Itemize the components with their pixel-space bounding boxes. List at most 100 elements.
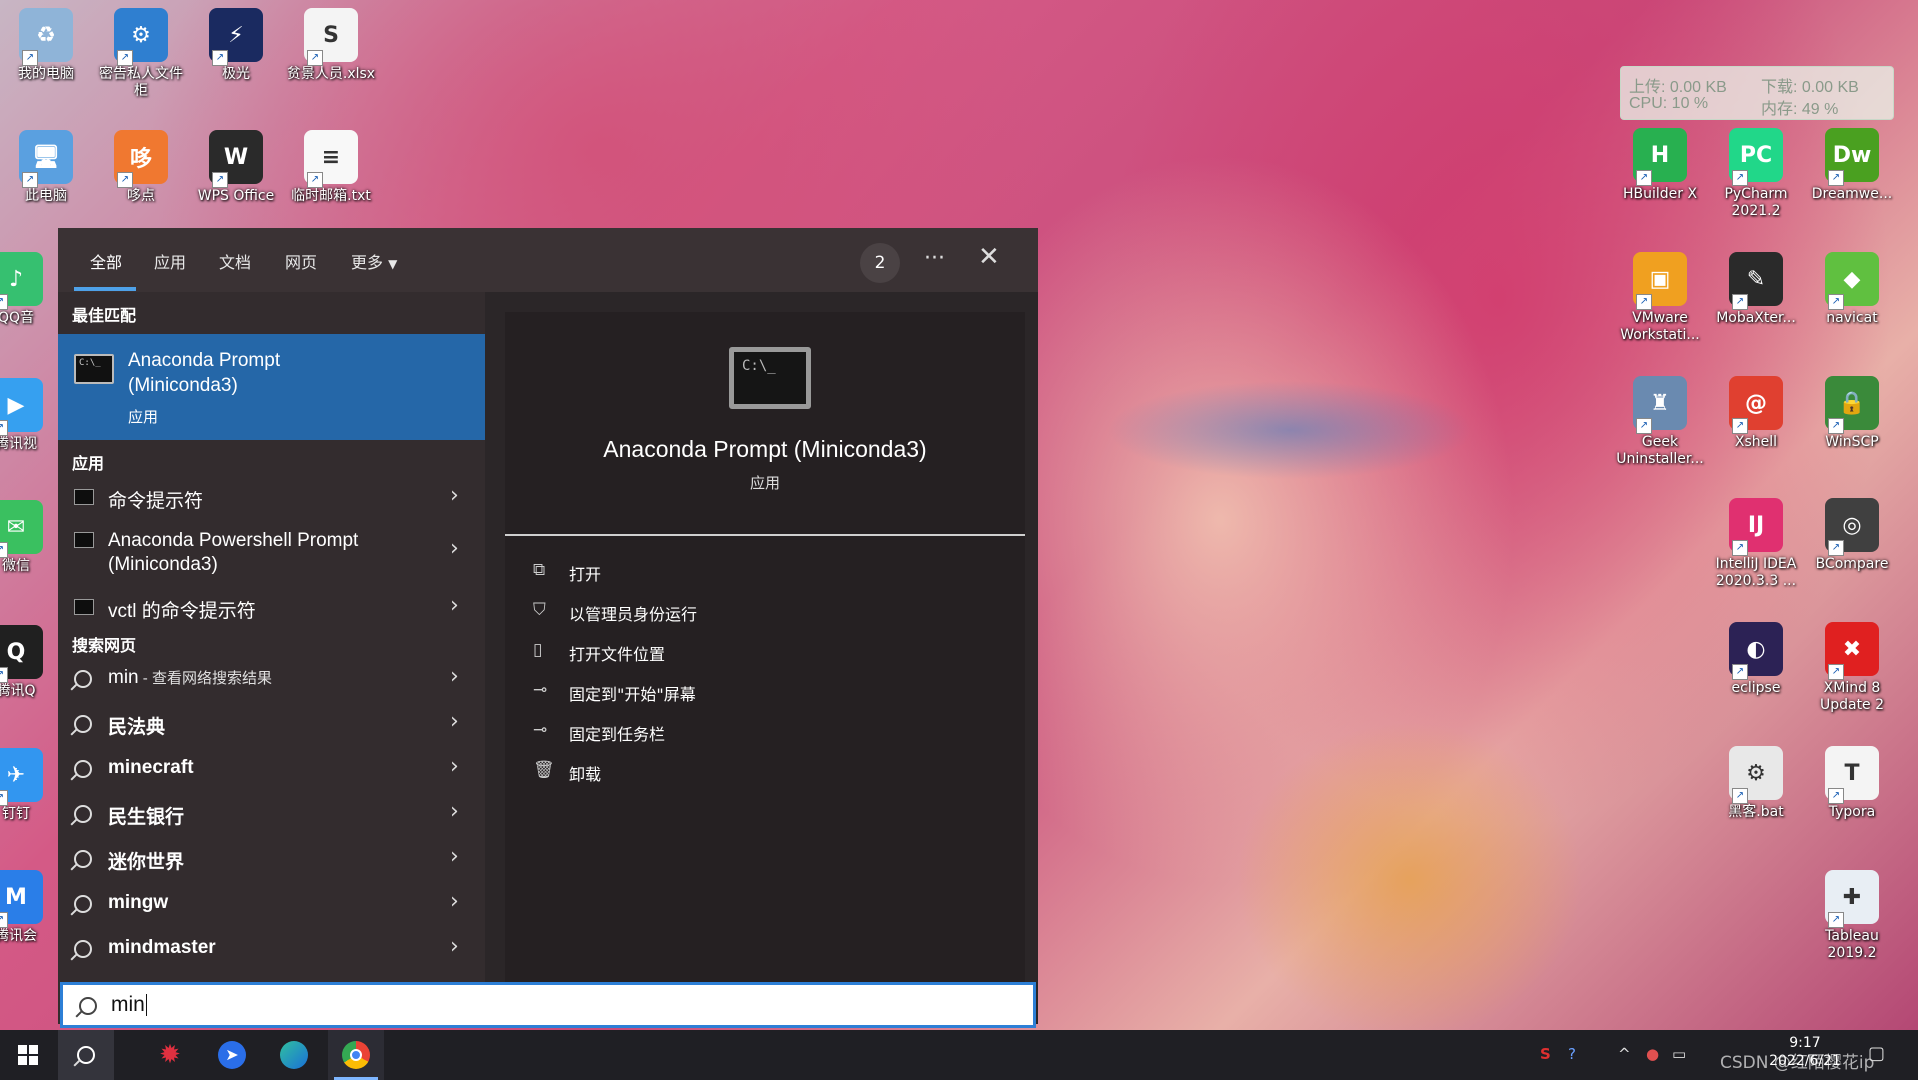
- desktop-icon-label: 微信: [2, 558, 30, 574]
- rewards-badge[interactable]: 2: [860, 243, 900, 283]
- web-suggestion-item[interactable]: 民生银行 ›: [58, 793, 485, 835]
- desktop-icon[interactable]: ✎ MobaXter... ↗: [1710, 252, 1802, 327]
- shortcut-arrow-icon: ↗: [1828, 418, 1844, 434]
- search-box[interactable]: min: [60, 982, 1036, 1028]
- desktop-icon[interactable]: T Typora ↗: [1806, 746, 1898, 821]
- folder-icon: ▯: [533, 640, 543, 660]
- taskbar-search-button[interactable]: [58, 1030, 114, 1080]
- shortcut-arrow-icon: ↗: [1636, 170, 1652, 186]
- tab-all[interactable]: 全部: [90, 249, 122, 273]
- detail-action-item[interactable]: 🗑 卸载: [533, 758, 993, 788]
- desktop-icon[interactable]: ◆ navicat ↗: [1806, 252, 1898, 327]
- desktop-icon[interactable]: H HBuilder X ↗: [1614, 128, 1706, 203]
- start-button[interactable]: [0, 1030, 56, 1080]
- desktop-icon-label: Geek Uninstaller...: [1616, 434, 1704, 467]
- desktop-icon[interactable]: ✉微信↗: [0, 500, 62, 575]
- desktop-icon[interactable]: ▶腾讯视↗: [0, 378, 62, 453]
- taskbar-app-1[interactable]: ✹: [142, 1030, 198, 1080]
- desktop-icon-label: 哆点: [127, 188, 155, 204]
- taskbar-chrome[interactable]: [328, 1030, 384, 1080]
- desktop-icon[interactable]: M腾讯会↗: [0, 870, 62, 945]
- qq-tray-icon[interactable]: ●: [1646, 1045, 1659, 1063]
- desktop-icon[interactable]: W WPS Office ↗: [190, 130, 282, 205]
- desktop-icon[interactable]: 🔒 WinSCP ↗: [1806, 376, 1898, 451]
- desktop-icon[interactable]: ♪QQ音↗: [0, 252, 62, 327]
- desktop-icon[interactable]: ⚙ 密告私人文件柜 ↗: [95, 8, 187, 100]
- web-suggestion-item[interactable]: minecraft ›: [58, 748, 485, 790]
- desktop-icon[interactable]: ≡ 临时邮箱.txt ↗: [285, 130, 377, 205]
- battery-icon[interactable]: ▭: [1672, 1045, 1686, 1063]
- tab-apps[interactable]: 应用: [154, 249, 186, 273]
- detail-action-item[interactable]: ⊸ 固定到"开始"屏幕: [533, 678, 993, 708]
- tab-web[interactable]: 网页: [285, 249, 317, 273]
- detail-action-item[interactable]: ▯ 打开文件位置: [533, 638, 993, 668]
- chevron-right-icon[interactable]: ›: [450, 844, 459, 869]
- desktop-icon[interactable]: @ Xshell ↗: [1710, 376, 1802, 451]
- taskbar-edge[interactable]: [266, 1030, 322, 1080]
- chevron-right-icon[interactable]: ›: [450, 799, 459, 824]
- desktop-icon[interactable]: ♻ 我的电脑 ↗: [0, 8, 92, 83]
- desktop-icon[interactable]: ⚙ 黑客.bat ↗: [1710, 746, 1802, 821]
- chevron-right-icon[interactable]: ›: [450, 754, 459, 779]
- detail-action-item[interactable]: ⧉ 打开: [533, 558, 993, 588]
- desktop-icon[interactable]: ◎ BCompare ↗: [1806, 498, 1898, 573]
- desktop-icon[interactable]: PC PyCharm 2021.2 ↗: [1710, 128, 1802, 220]
- chevron-up-icon[interactable]: ^: [1618, 1045, 1631, 1063]
- desktop-icon[interactable]: ⚡ 极光 ↗: [190, 8, 282, 83]
- chevron-right-icon[interactable]: ›: [450, 593, 459, 618]
- search-input[interactable]: min: [111, 993, 145, 1016]
- chevron-right-icon[interactable]: ›: [450, 934, 459, 959]
- terminal-icon: [74, 354, 114, 384]
- desktop-icon[interactable]: IJ IntelliJ IDEA 2020.3.3 ... ↗: [1710, 498, 1802, 590]
- chevron-right-icon[interactable]: ›: [450, 664, 459, 689]
- apps-header: 应用: [72, 454, 105, 473]
- desktop-icon[interactable]: S 贫景人员.xlsx ↗: [285, 8, 377, 83]
- desktop-icon-label: Tableau 2019.2: [1825, 928, 1879, 961]
- web-suggestion-item[interactable]: 民法典 ›: [58, 703, 485, 745]
- best-match-item[interactable]: Anaconda Prompt (Miniconda3) 应用: [58, 334, 485, 440]
- help-icon[interactable]: ?: [1568, 1045, 1576, 1063]
- clock[interactable]: 9:17 2022/6/21: [1760, 1034, 1850, 1070]
- chevron-right-icon[interactable]: ›: [450, 483, 459, 508]
- desktop-icon[interactable]: Dw Dreamwe... ↗: [1806, 128, 1898, 203]
- shortcut-arrow-icon: ↗: [1732, 540, 1748, 556]
- search-icon: [74, 850, 92, 868]
- search-icon: [74, 760, 92, 778]
- detail-action-item[interactable]: ⊸ 固定到任务栏: [533, 718, 993, 748]
- notification-icon[interactable]: ▢: [1868, 1043, 1885, 1064]
- chevron-right-icon[interactable]: ›: [450, 889, 459, 914]
- shortcut-arrow-icon: ↗: [1636, 418, 1652, 434]
- sogou-input-icon[interactable]: S: [1540, 1045, 1551, 1063]
- search-icon: [77, 1046, 95, 1064]
- web-suggestion-label: 民生银行: [108, 807, 185, 828]
- desktop-icon[interactable]: ♜ Geek Uninstaller... ↗: [1614, 376, 1706, 468]
- tab-documents[interactable]: 文档: [219, 249, 251, 273]
- desktop-icon[interactable]: Q腾讯Q↗: [0, 625, 62, 700]
- chevron-right-icon[interactable]: ›: [450, 536, 459, 561]
- chevron-right-icon[interactable]: ›: [450, 709, 459, 734]
- more-options-button[interactable]: ···: [924, 246, 945, 271]
- desktop-icon[interactable]: ◐ eclipse ↗: [1710, 622, 1802, 697]
- close-button[interactable]: ✕: [978, 242, 1000, 272]
- desktop-icon[interactable]: ✖ XMind 8 Update 2 ↗: [1806, 622, 1898, 714]
- taskbar-app-2[interactable]: ➤: [204, 1030, 260, 1080]
- desktop-icon[interactable]: ✈钉钉↗: [0, 748, 62, 823]
- search-icon: [74, 895, 92, 913]
- app-result-vctl[interactable]: vctl 的命令提示符 ›: [58, 587, 485, 629]
- tab-more[interactable]: 更多 ▼: [351, 249, 397, 273]
- app-result-label: 命令提示符: [108, 491, 204, 512]
- app-result-powershell[interactable]: Anaconda Powershell Prompt (Miniconda3) …: [58, 520, 485, 582]
- desktop-icon[interactable]: 🖥 此电脑 ↗: [0, 130, 92, 205]
- desktop-icon[interactable]: ▣ VMware Workstati... ↗: [1614, 252, 1706, 344]
- divider: [505, 534, 1025, 536]
- app-result-cmd[interactable]: 命令提示符 ›: [58, 477, 485, 519]
- web-suggestion-item[interactable]: mindmaster ›: [58, 928, 485, 970]
- best-match-type: 应用: [128, 408, 159, 426]
- web-suggestion-item[interactable]: mingw ›: [58, 883, 485, 925]
- web-result-min[interactable]: min - 查看网络搜索结果 ›: [58, 658, 485, 700]
- detail-action-item[interactable]: ⛉ 以管理员身份运行: [533, 598, 993, 628]
- desktop-icon[interactable]: 哆哆点 ↗: [95, 130, 187, 205]
- web-suggestion-item[interactable]: 迷你世界 ›: [58, 838, 485, 880]
- desktop-icon[interactable]: ✚ Tableau 2019.2 ↗: [1806, 870, 1898, 962]
- desktop-icon-label: 黑客.bat: [1728, 804, 1784, 820]
